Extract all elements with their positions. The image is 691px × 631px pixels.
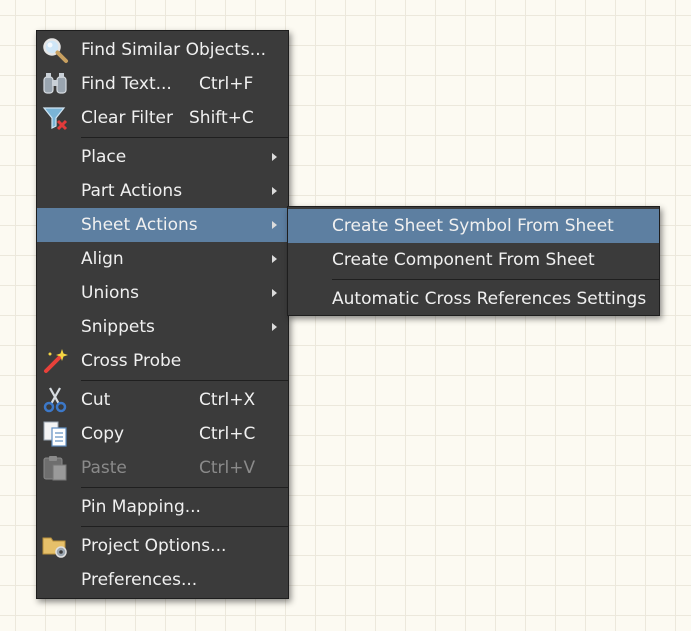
binoculars-icon (41, 70, 69, 98)
menu-item-copy[interactable]: Copy Ctrl+C (37, 417, 288, 451)
shortcut-label: Ctrl+V (199, 458, 256, 478)
menu-item-align[interactable]: Align (37, 242, 288, 276)
sheet-actions-submenu: Create Sheet Symbol From Sheet Create Co… (287, 206, 660, 316)
menu-item-place[interactable]: Place (37, 140, 288, 174)
menu-item-label: Find Similar Objects... (81, 40, 266, 60)
menu-item-label: Pin Mapping... (81, 497, 201, 517)
menu-item-label: Part Actions (81, 181, 183, 201)
submenu-item-automatic-cross-references[interactable]: Automatic Cross References Settings (288, 282, 659, 316)
shortcut-label: Ctrl+X (199, 390, 256, 410)
menu-item-label: Create Component From Sheet (332, 250, 595, 270)
menu-item-label: Place (81, 147, 127, 167)
menu-item-label: Snippets (81, 317, 155, 337)
menu-separator (81, 487, 288, 488)
menu-item-preferences[interactable]: Preferences... (37, 563, 288, 597)
submenu-arrow-icon (272, 221, 277, 229)
menu-item-cross-probe[interactable]: Cross Probe (37, 344, 288, 378)
shortcut-label: Shift+C (189, 108, 254, 128)
submenu-arrow-icon (272, 153, 277, 161)
submenu-arrow-icon (272, 187, 277, 195)
folder-gear-icon (41, 532, 69, 560)
context-menu: Find Similar Objects... Find Text... Ctr… (36, 30, 289, 599)
menu-item-label: Paste (81, 458, 127, 478)
menu-item-label: Find Text... (81, 74, 172, 94)
menu-item-label: Project Options... (81, 536, 227, 556)
menu-item-find-text[interactable]: Find Text... Ctrl+F (37, 67, 288, 101)
menu-item-sheet-actions[interactable]: Sheet Actions (37, 208, 288, 242)
menu-item-snippets[interactable]: Snippets (37, 310, 288, 344)
menu-item-label: Unions (81, 283, 139, 303)
menu-item-label: Copy (81, 424, 125, 444)
menu-item-paste[interactable]: Paste Ctrl+V (37, 451, 288, 485)
menu-separator (81, 380, 288, 381)
menu-item-label: Cut (81, 390, 111, 410)
menu-item-label: Align (81, 249, 124, 269)
menu-item-label: Preferences... (81, 570, 198, 590)
menu-item-project-options[interactable]: Project Options... (37, 529, 288, 563)
menu-item-label: Clear Filter (81, 108, 173, 128)
menu-item-clear-filter[interactable]: Clear Filter Shift+C (37, 101, 288, 135)
menu-item-pin-mapping[interactable]: Pin Mapping... (37, 490, 288, 524)
submenu-arrow-icon (272, 323, 277, 331)
cross-probe-wand-icon (41, 347, 69, 375)
shortcut-label: Ctrl+C (199, 424, 256, 444)
menu-item-label: Automatic Cross References Settings (332, 289, 647, 309)
copy-icon (41, 420, 69, 448)
clear-filter-icon (41, 104, 69, 132)
paste-icon (41, 454, 69, 482)
menu-separator (81, 137, 288, 138)
shortcut-label: Ctrl+F (199, 74, 254, 94)
menu-item-label: Create Sheet Symbol From Sheet (332, 216, 614, 236)
submenu-item-create-sheet-symbol[interactable]: Create Sheet Symbol From Sheet (288, 209, 659, 243)
menu-item-find-similar-objects[interactable]: Find Similar Objects... (37, 33, 288, 67)
menu-separator (81, 526, 288, 527)
menu-item-unions[interactable]: Unions (37, 276, 288, 310)
submenu-arrow-icon (272, 289, 277, 297)
menu-item-label: Cross Probe (81, 351, 182, 371)
submenu-arrow-icon (272, 255, 277, 263)
menu-item-label: Sheet Actions (81, 215, 198, 235)
submenu-item-create-component[interactable]: Create Component From Sheet (288, 243, 659, 277)
scissors-icon (41, 386, 69, 414)
magnifier-icon (41, 36, 69, 64)
menu-item-part-actions[interactable]: Part Actions (37, 174, 288, 208)
menu-item-cut[interactable]: Cut Ctrl+X (37, 383, 288, 417)
menu-separator (332, 279, 659, 280)
